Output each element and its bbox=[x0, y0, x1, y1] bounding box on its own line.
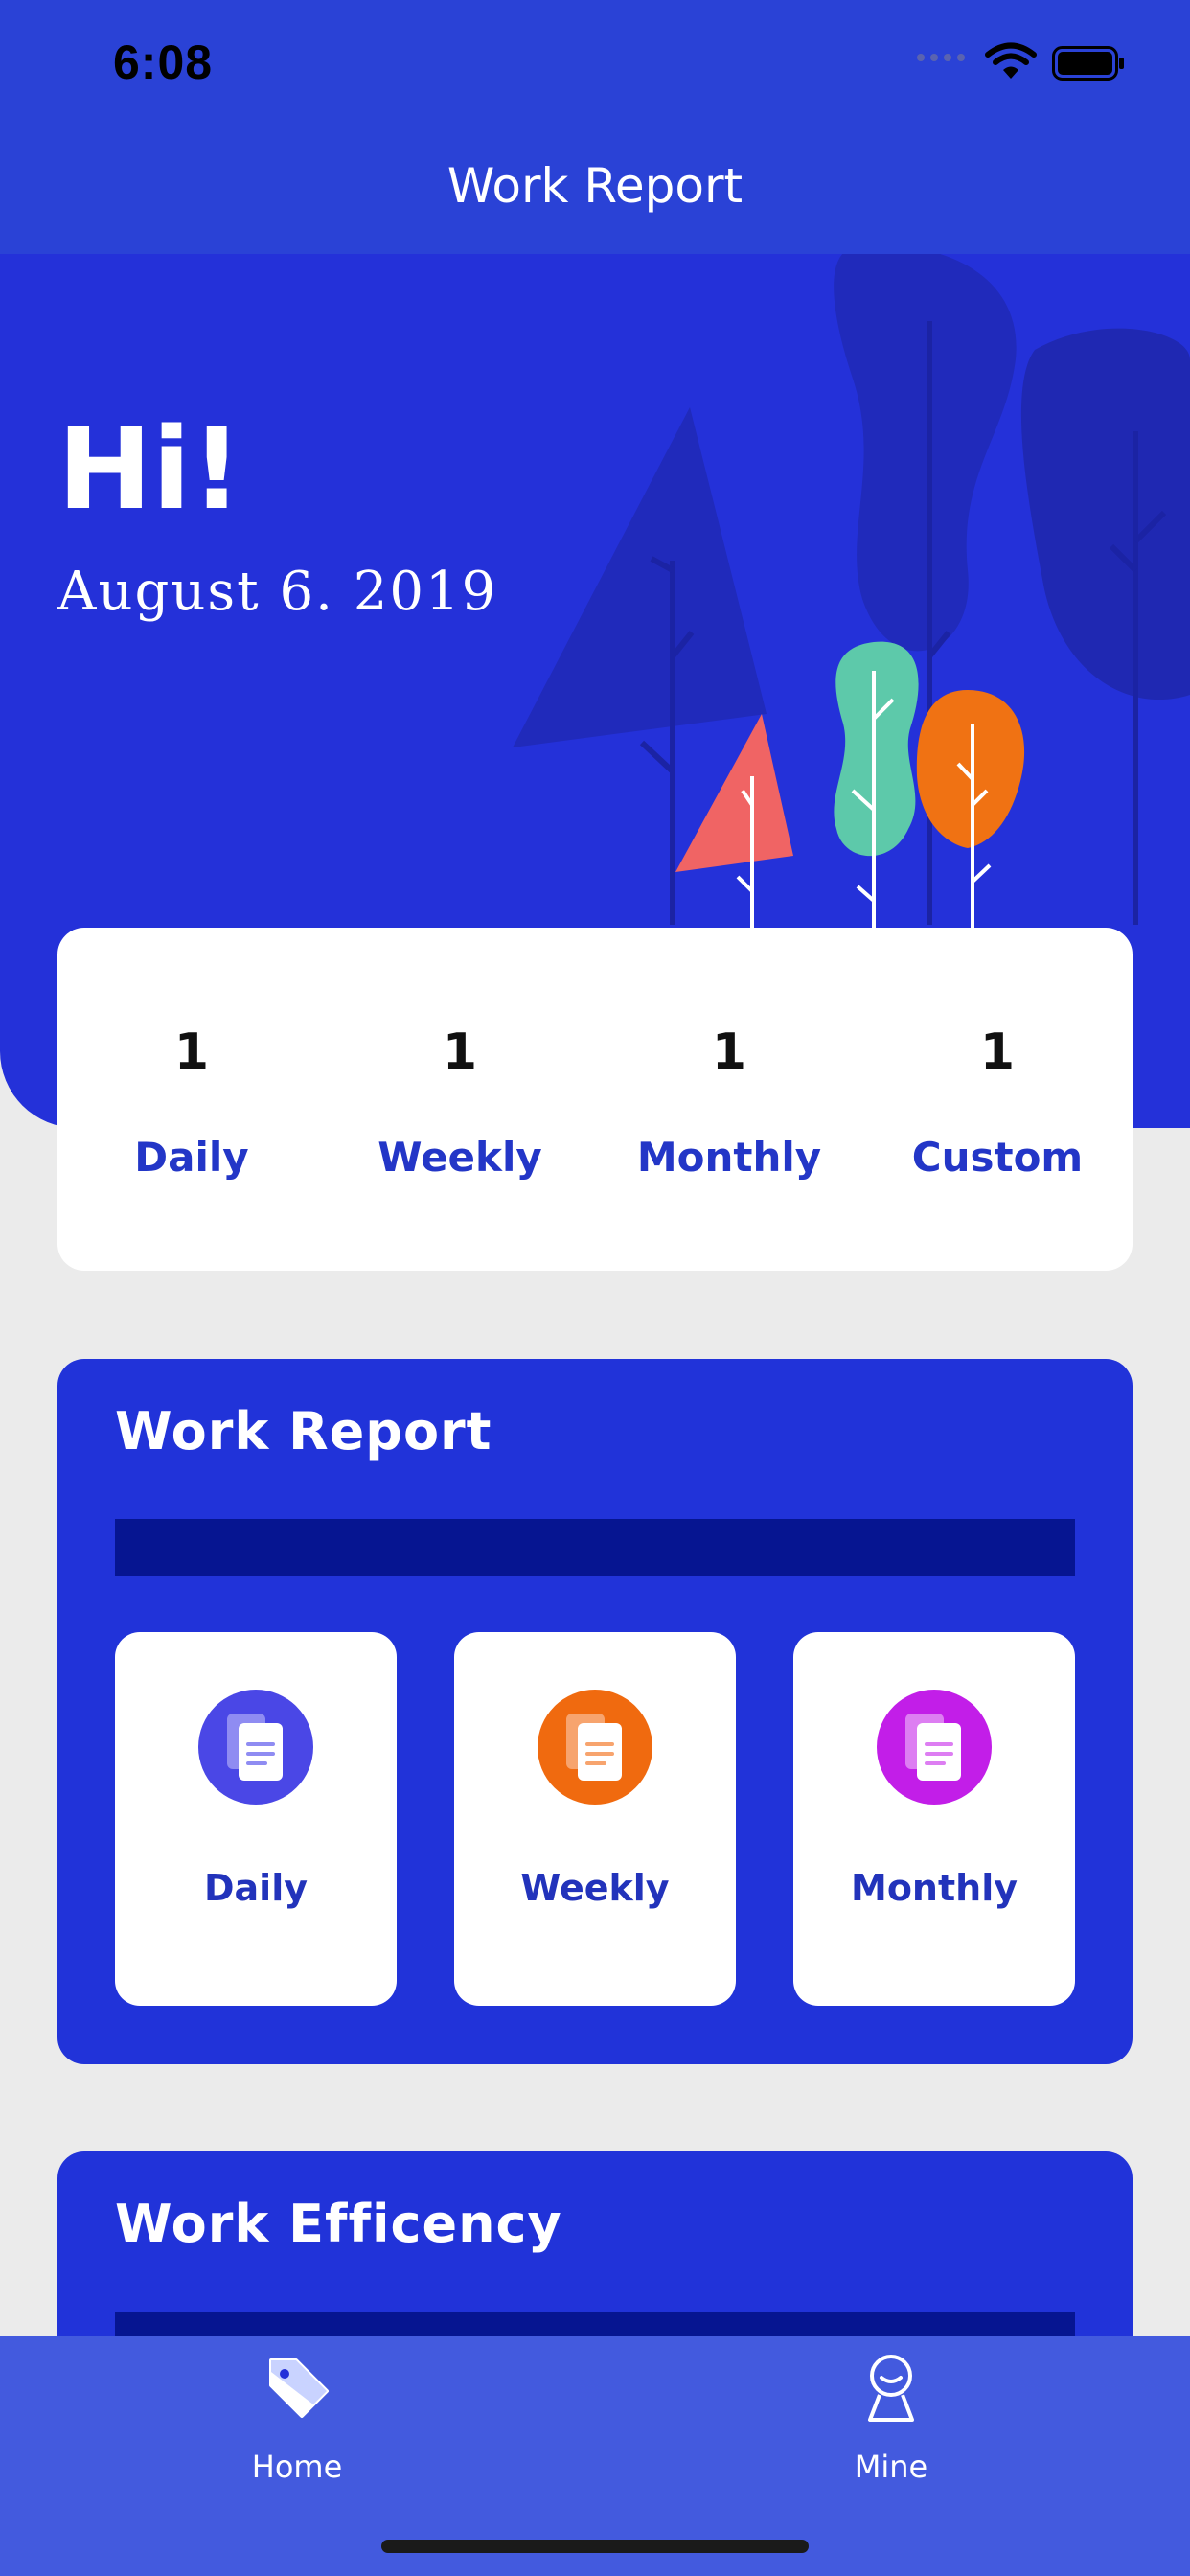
tile-weekly[interactable]: Weekly bbox=[454, 1632, 736, 2006]
tab-home[interactable]: Home bbox=[153, 2353, 441, 2487]
section-divider-bar bbox=[115, 1519, 1075, 1576]
stat-custom[interactable]: 1 Custom bbox=[863, 928, 1132, 1271]
report-stats-card: 1 Daily 1 Weekly 1 Monthly 1 Custom bbox=[57, 928, 1133, 1271]
tile-label: Monthly bbox=[851, 1867, 1018, 1909]
tab-label: Home bbox=[251, 2449, 343, 2485]
stat-count: 1 bbox=[711, 1024, 747, 1081]
work-report-section: Work Report Daily Weekly Monthly bbox=[57, 1359, 1133, 2064]
date-text: August 6. 2019 bbox=[57, 561, 498, 623]
stat-count: 1 bbox=[442, 1024, 478, 1081]
person-icon bbox=[868, 2355, 914, 2422]
document-icon bbox=[877, 1690, 992, 1805]
stat-daily[interactable]: 1 Daily bbox=[57, 928, 326, 1271]
tile-label: Daily bbox=[203, 1867, 308, 1909]
section-title: Work Report bbox=[115, 1401, 492, 1461]
status-time: 6:08 bbox=[113, 35, 214, 89]
stat-label: Custom bbox=[911, 1134, 1084, 1181]
stat-label: Daily bbox=[134, 1134, 249, 1181]
stat-count: 1 bbox=[173, 1024, 210, 1081]
home-indicator bbox=[381, 2540, 809, 2553]
tab-label: Mine bbox=[854, 2449, 928, 2485]
page-title: Work Report bbox=[446, 158, 744, 214]
stat-weekly[interactable]: 1 Weekly bbox=[326, 928, 594, 1271]
tile-daily[interactable]: Daily bbox=[115, 1632, 397, 2006]
section-title: Work Efficency bbox=[115, 2194, 562, 2254]
tab-mine[interactable]: Mine bbox=[747, 2353, 1035, 2487]
battery-icon bbox=[1052, 46, 1124, 80]
signal-icon bbox=[917, 54, 965, 61]
document-icon bbox=[198, 1690, 313, 1805]
stat-label: Weekly bbox=[378, 1134, 542, 1181]
stat-monthly[interactable]: 1 Monthly bbox=[595, 928, 863, 1271]
tile-monthly[interactable]: Monthly bbox=[793, 1632, 1075, 2006]
greeting-text: Hi! bbox=[57, 402, 243, 535]
wifi-icon bbox=[985, 42, 1037, 79]
tile-label: Weekly bbox=[520, 1867, 670, 1909]
document-icon bbox=[538, 1690, 652, 1805]
stat-count: 1 bbox=[979, 1024, 1016, 1081]
stat-label: Monthly bbox=[636, 1134, 822, 1181]
tag-icon bbox=[269, 2358, 329, 2418]
